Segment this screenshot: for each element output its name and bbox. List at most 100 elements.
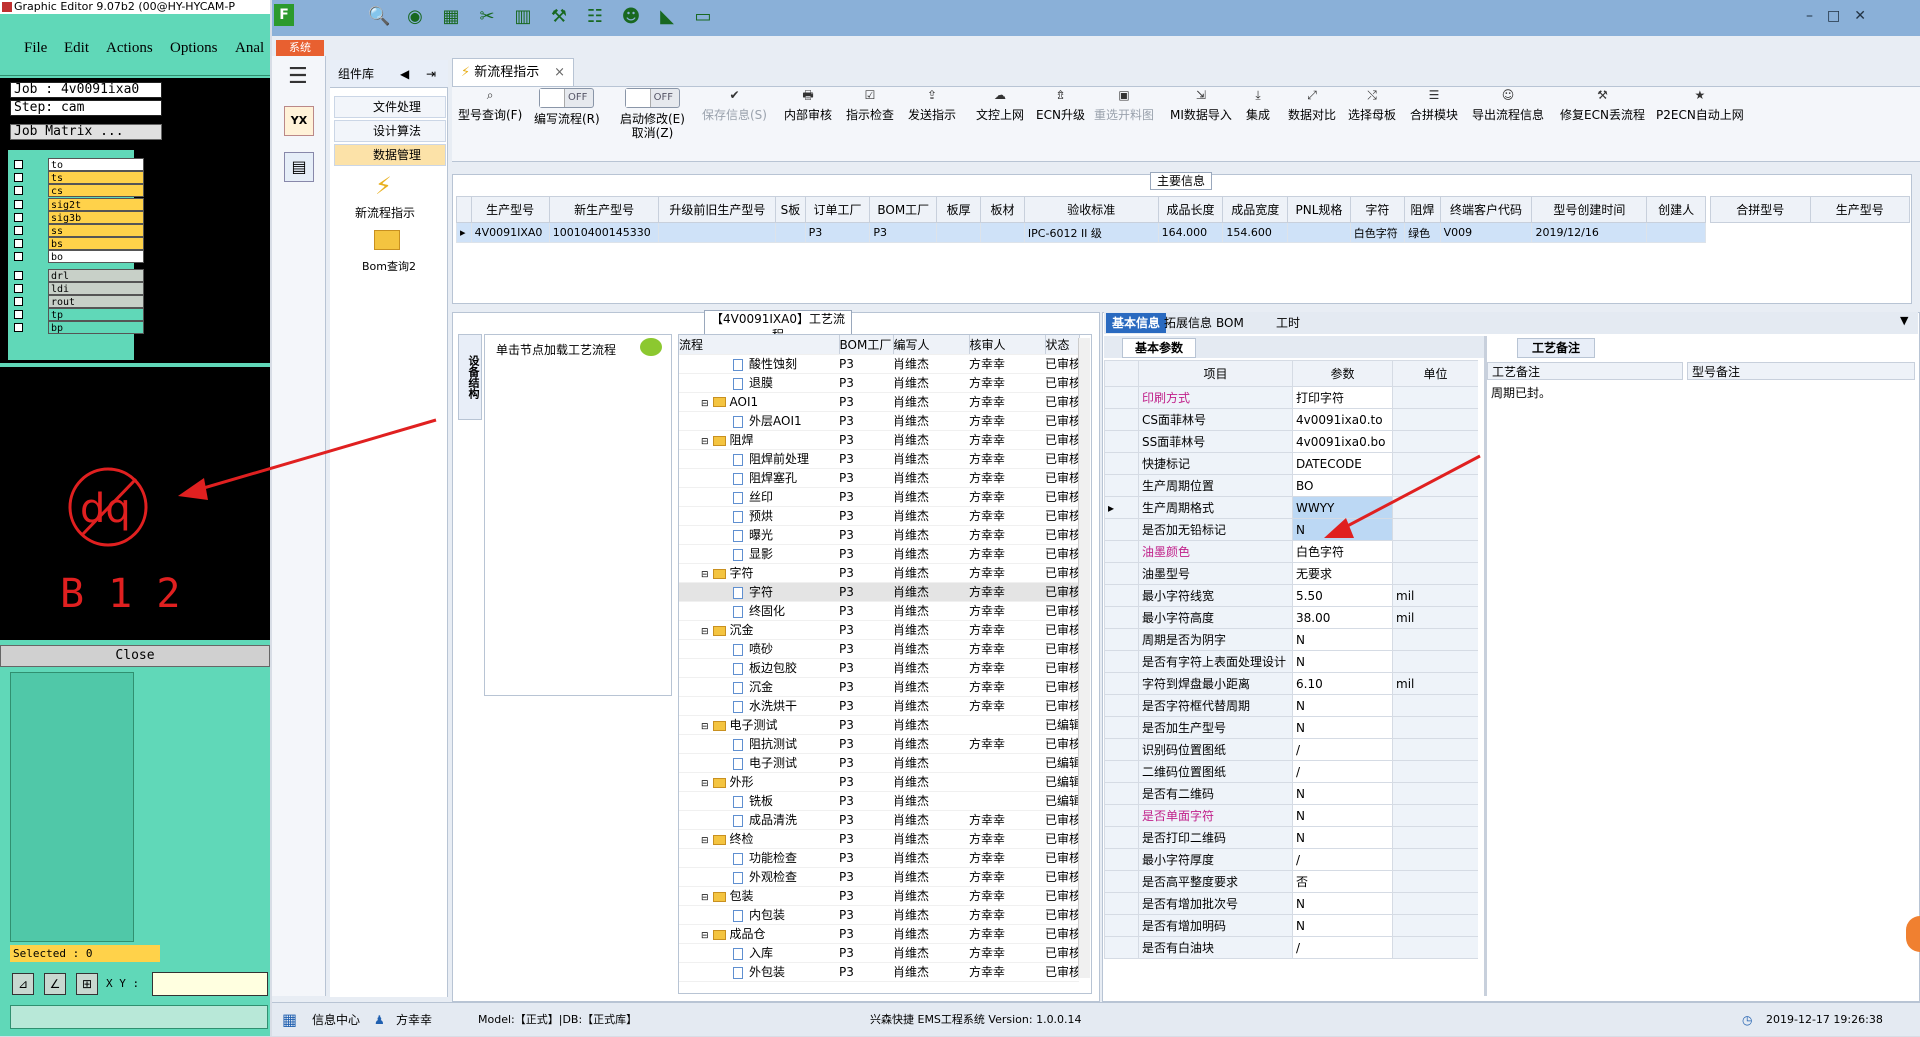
param-value[interactable]: N: [1292, 518, 1393, 541]
layer-row-rout[interactable]: rout: [14, 295, 144, 308]
flow-row[interactable]: 喷砂 P3 肖维杰 方幸幸 已审核: [679, 639, 1079, 659]
param-row[interactable]: CS面菲林号 4v0091ixa0.to: [1104, 408, 1478, 431]
flow-row[interactable]: 阻焊塞孔 P3 肖维杰 方幸幸 已审核: [679, 468, 1079, 488]
layer-checkbox[interactable]: [14, 270, 23, 280]
param-row[interactable]: 是否有白油块 /: [1104, 936, 1478, 959]
menu-actions[interactable]: Actions: [106, 40, 153, 57]
param-row[interactable]: 是否有增加批次号 N: [1104, 892, 1478, 915]
flow-row[interactable]: ⊟ 成品仓 P3 肖维杰 方幸幸 已审核: [679, 924, 1079, 944]
flow-row[interactable]: 终固化 P3 肖维杰 方幸幸 已审核: [679, 601, 1079, 621]
col-header[interactable]: 字符: [1349, 196, 1406, 223]
flow-col-header[interactable]: 状态: [1045, 335, 1080, 355]
param-value[interactable]: N: [1292, 914, 1393, 937]
param-row[interactable]: 是否打印二维码 N: [1104, 826, 1478, 849]
lightning-icon[interactable]: ⚡: [375, 172, 392, 200]
monitor-icon[interactable]: ▭: [692, 6, 714, 28]
ribbon-btn-7[interactable]: ☁ 文控上网: [976, 88, 1024, 122]
folder-icon[interactable]: [374, 230, 400, 250]
layer-checkbox[interactable]: [14, 160, 23, 169]
param-row[interactable]: 最小字符线宽 5.50 mil: [1104, 584, 1478, 607]
collapse-toggle-icon[interactable]: ⊟: [701, 893, 709, 903]
flow-col-header[interactable]: 编写人: [893, 335, 970, 355]
flow-row[interactable]: 电子测试 P3 肖维杰 已编辑: [679, 753, 1079, 773]
col-header[interactable]: 订单工厂: [804, 196, 871, 223]
param-value[interactable]: N: [1292, 628, 1393, 651]
cell[interactable]: 10010400145330: [548, 222, 660, 243]
flow-row[interactable]: 显影 P3 肖维杰 方幸幸 已审核: [679, 544, 1079, 564]
layer-checkbox[interactable]: [14, 297, 23, 306]
flow-row[interactable]: ⊟ AOI1 P3 肖维杰 方幸幸 已审核: [679, 392, 1079, 412]
detail-tab[interactable]: 基本信息: [1106, 313, 1167, 333]
col-header[interactable]: 板厚: [936, 196, 982, 223]
cell[interactable]: 4V0091IXA0: [470, 222, 550, 243]
layer-checkbox[interactable]: [14, 226, 23, 235]
param-value[interactable]: 4v0091ixa0.to: [1292, 408, 1393, 431]
flow-row[interactable]: ⊟ 阻焊 P3 肖维杰 方幸幸 已审核: [679, 430, 1079, 450]
collapse-toggle-icon[interactable]: ⊟: [701, 399, 709, 409]
flow-row[interactable]: 沉金 P3 肖维杰 方幸幸 已审核: [679, 677, 1079, 697]
flow-row[interactable]: 外层AOI1 P3 肖维杰 方幸幸 已审核: [679, 411, 1079, 431]
layer-checkbox[interactable]: [14, 199, 23, 209]
measure-icon[interactable]: ∠: [44, 973, 66, 995]
param-row[interactable]: 是否加生产型号 N: [1104, 716, 1478, 739]
param-row[interactable]: ▸ 生产周期格式 WWYY: [1104, 496, 1478, 519]
tab-equipment-structure[interactable]: 设备结构: [458, 334, 482, 420]
param-row[interactable]: 识别码位置图纸 /: [1104, 738, 1478, 761]
ribbon-btn-0[interactable]: ⌕ 型号查询(F): [458, 88, 522, 122]
cell[interactable]: [775, 222, 806, 243]
param-row[interactable]: 生产周期位置 BO: [1104, 474, 1478, 497]
xy-input[interactable]: [152, 972, 268, 996]
param-row[interactable]: 印刷方式 打印字符: [1104, 386, 1478, 409]
param-value[interactable]: BO: [1292, 474, 1393, 497]
layer-row-tp[interactable]: tp: [14, 308, 144, 322]
col-header[interactable]: 升级前旧生产型号: [658, 196, 777, 223]
param-value[interactable]: 5.50: [1292, 584, 1393, 607]
flow-row[interactable]: 外包装 P3 肖维杰 方幸幸 已审核: [679, 962, 1079, 982]
ribbon-btn-4[interactable]: 🖶 内部审核: [784, 88, 832, 122]
toggle-switch[interactable]: OFF: [624, 88, 680, 108]
param-value[interactable]: /: [1292, 760, 1393, 783]
cell[interactable]: [1646, 222, 1706, 243]
layer-row-drl[interactable]: drl: [14, 268, 144, 282]
layer-checkbox[interactable]: [14, 186, 23, 196]
lib-app-bom[interactable]: Bom查询2: [362, 258, 416, 274]
param-value[interactable]: WWYY: [1292, 496, 1393, 519]
layer-checkbox[interactable]: [14, 173, 23, 183]
job-matrix-button[interactable]: Job Matrix ...: [10, 124, 162, 140]
ribbon-btn-8[interactable]: ⇯ ECN升级: [1036, 88, 1085, 122]
menu-edit[interactable]: Edit: [64, 40, 89, 57]
param-value[interactable]: DATECODE: [1292, 452, 1393, 475]
chart-icon[interactable]: ◣: [656, 6, 678, 28]
param-row[interactable]: 是否有增加明码 N: [1104, 914, 1478, 937]
lib-item-design[interactable]: 设计算法: [334, 120, 446, 142]
param-value[interactable]: N: [1292, 892, 1393, 915]
param-row[interactable]: SS面菲林号 4v0091ixa0.bo: [1104, 430, 1478, 453]
tool-icon[interactable]: ⚒: [548, 6, 570, 28]
cell[interactable]: [980, 222, 1025, 243]
col-header[interactable]: 成品宽度: [1222, 196, 1289, 223]
layer-checkbox[interactable]: [14, 212, 23, 222]
window-controls[interactable]: –□✕: [1806, 8, 1880, 24]
param-row[interactable]: 快捷标记 DATECODE: [1104, 452, 1478, 475]
system-tab[interactable]: 系统: [276, 40, 324, 56]
layer-checkbox[interactable]: [14, 239, 23, 249]
layer-row-sig3b[interactable]: sig3b: [14, 210, 144, 224]
globe-icon[interactable]: ◉: [404, 6, 426, 28]
param-value[interactable]: /: [1292, 738, 1393, 761]
cell[interactable]: V009: [1439, 222, 1533, 243]
param-row[interactable]: 二维码位置图纸 /: [1104, 760, 1478, 783]
layer-row-bp[interactable]: bp: [14, 321, 144, 335]
layer-checkbox[interactable]: [14, 323, 23, 333]
flow-row[interactable]: 入库 P3 肖维杰 方幸幸 已审核: [679, 943, 1079, 963]
ribbon-btn-12[interactable]: ⤢ 数据对比: [1288, 88, 1336, 122]
yx-module-icon[interactable]: YX: [284, 106, 314, 136]
flow-row[interactable]: 成品清洗 P3 肖维杰 方幸幸 已审核: [679, 810, 1079, 830]
flow-row[interactable]: ⊟ 包装 P3 肖维杰 方幸幸 已审核: [679, 886, 1079, 906]
param-row[interactable]: 是否高平整度要求否: [1104, 870, 1478, 893]
dropdown-icon[interactable]: ▼: [1900, 314, 1908, 327]
ribbon-btn-5[interactable]: ☑ 指示检查: [846, 88, 894, 122]
snap-icon[interactable]: ⊿: [12, 973, 34, 995]
ribbon-btn-1[interactable]: OFF 编写流程(R): [534, 88, 600, 126]
col-header[interactable]: 新生产型号: [548, 196, 660, 223]
ribbon-btn-6[interactable]: ⇪ 发送指示: [908, 88, 956, 122]
